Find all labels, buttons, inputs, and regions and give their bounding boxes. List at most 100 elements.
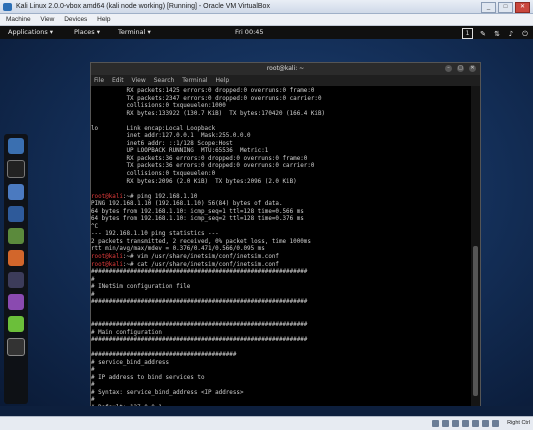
vm-window-titlebar: Kali Linux 2.0.0-vbox amd64 (kali node w…: [0, 0, 533, 14]
terminal-menu-file[interactable]: File: [94, 77, 104, 84]
terminal-line-text: # IP address to bind services to: [91, 374, 205, 381]
scrollbar-thumb[interactable]: [473, 246, 478, 396]
volume-icon[interactable]: ♪: [507, 30, 515, 38]
optical-icon[interactable]: [442, 420, 449, 427]
shell-prompt: root@kali: [91, 193, 123, 200]
usb-icon[interactable]: [452, 420, 459, 427]
shell-prompt: root@kali: [91, 261, 123, 268]
terminal-menu-view[interactable]: View: [132, 77, 146, 84]
terminal-line: #: [91, 397, 471, 405]
terminal-line: RX bytes:2096 (2.0 KiB) TX bytes:2096 (2…: [91, 179, 471, 187]
terminal-line: RX packets:36 errors:0 dropped:0 overrun…: [91, 156, 471, 164]
terminal-app-menu[interactable]: Terminal ▾: [118, 26, 151, 39]
terminal-line: UP LOOPBACK RUNNING MTU:65536 Metric:1: [91, 148, 471, 156]
terminal-line-text: ########################################…: [91, 321, 308, 328]
applications-menu[interactable]: Applications ▾: [8, 26, 53, 39]
terminal-maximize-icon[interactable]: □: [457, 65, 464, 72]
terminal-line-text: RX bytes:2096 (2.0 KiB) TX bytes:2096 (2…: [91, 178, 297, 185]
desktop-bottom-strip: [0, 406, 533, 416]
terminal-line-text: # INetSim configuration file: [91, 284, 191, 291]
terminal-line-text: ########################################…: [91, 337, 308, 344]
terminal-close-icon[interactable]: ✕: [469, 65, 476, 72]
terminal-window[interactable]: root@kali: ~ – □ ✕ File Edit View Search…: [90, 62, 481, 409]
terminal-line-text: RX bytes:133922 (130.7 KiB) TX bytes:170…: [91, 110, 326, 117]
metasploit-app-icon[interactable]: [8, 206, 24, 222]
notes-app-icon[interactable]: [8, 316, 24, 332]
terminal-line-text: ########################################…: [91, 269, 308, 276]
terminal-line-text: UP LOOPBACK RUNNING MTU:65536 Metric:1: [91, 148, 269, 155]
terminal-line-text: # Main configuration: [91, 329, 162, 336]
terminal-line: root@kali:~# vim /usr/share/inetsim/conf…: [91, 254, 471, 262]
pen-icon[interactable]: ✎: [479, 30, 487, 38]
terminal-line: 64 bytes from 192.168.1.10: icmp_seq=2 t…: [91, 216, 471, 224]
terminal-menu-help[interactable]: Help: [216, 77, 230, 84]
beef-app-icon[interactable]: [8, 294, 24, 310]
terminal-line: #: [91, 382, 471, 390]
display-icon[interactable]: [482, 420, 489, 427]
terminal-scrollbar[interactable]: [471, 86, 480, 408]
terminal-line: 2 packets transmitted, 2 received, 0% pa…: [91, 239, 471, 247]
terminal-menu-search[interactable]: Search: [154, 77, 175, 84]
terminal-line: ########################################…: [91, 322, 471, 330]
shared-folder-icon[interactable]: [472, 420, 479, 427]
maximize-button[interactable]: □: [498, 2, 513, 13]
maltego-app-icon[interactable]: [8, 272, 24, 288]
terminal-line: TX packets:36 errors:0 dropped:0 overrun…: [91, 163, 471, 171]
network-adapter-icon[interactable]: [462, 420, 469, 427]
terminal-line: collisions:0 txqueuelen:1000: [91, 103, 471, 111]
gnome-top-bar: Applications ▾ Places ▾ Terminal ▾ Fri 0…: [0, 26, 533, 39]
terminal-minimize-icon[interactable]: –: [445, 65, 452, 72]
terminal-window-controls: – □ ✕: [445, 65, 476, 72]
desktop-background: root@kali: ~ – □ ✕ File Edit View Search…: [0, 39, 533, 409]
hdd-icon[interactable]: [432, 420, 439, 427]
host-key-label: Right Ctrl: [507, 420, 530, 426]
places-menu[interactable]: Places ▾: [74, 26, 100, 39]
terminal-menu-edit[interactable]: Edit: [112, 77, 124, 84]
armitage-app-icon[interactable]: [8, 228, 24, 244]
terminal-line: ^C: [91, 224, 471, 232]
terminal-output[interactable]: RX packets:1425 errors:0 dropped:0 overr…: [91, 86, 471, 408]
menu-help[interactable]: Help: [97, 16, 110, 23]
clock[interactable]: Fri 00:45: [235, 26, 264, 39]
show-apps-icon[interactable]: [7, 338, 25, 356]
terminal-line-text: rtt min/avg/max/mdev = 0.376/0.471/0.566…: [91, 246, 265, 253]
terminal-line: root@kali:~# ping 192.168.1.10: [91, 194, 471, 202]
menu-view[interactable]: View: [40, 16, 54, 23]
terminal-line-text: :~# ping 192.168.1.10: [122, 193, 198, 200]
terminal-titlebar[interactable]: root@kali: ~ – □ ✕: [91, 63, 480, 75]
terminal-line-text: # Syntax: service_bind_address <IP addre…: [91, 389, 244, 396]
terminal-line: # service_bind_address: [91, 360, 471, 368]
menu-machine[interactable]: Machine: [6, 16, 31, 23]
terminal-line: 64 bytes from 192.168.1.10: icmp_seq=1 t…: [91, 209, 471, 217]
terminal-menu-terminal[interactable]: Terminal: [182, 77, 207, 84]
terminal-line-text: #: [91, 397, 95, 404]
terminal-line-text: RX packets:1425 errors:0 dropped:0 overr…: [91, 88, 315, 94]
terminal-line-text: :~# vim /usr/share/inetsim/conf/inetsim.…: [122, 254, 279, 261]
terminal-line: ########################################…: [91, 337, 471, 345]
network-icon[interactable]: ⇅: [493, 30, 501, 38]
capture-icon[interactable]: [492, 420, 499, 427]
files-app-icon[interactable]: [8, 184, 24, 200]
burpsuite-app-icon[interactable]: [8, 250, 24, 266]
terminal-line: TX packets:2347 errors:0 dropped:0 overr…: [91, 96, 471, 104]
workspace-indicator[interactable]: 1: [462, 28, 473, 39]
power-icon[interactable]: ⏻: [521, 30, 529, 38]
shell-prompt: root@kali: [91, 254, 123, 261]
browser-app-icon[interactable]: [8, 138, 24, 154]
terminal-line: RX packets:1425 errors:0 dropped:0 overr…: [91, 88, 471, 96]
terminal-menubar: File Edit View Search Terminal Help: [91, 75, 480, 86]
minimize-button[interactable]: _: [481, 2, 496, 13]
terminal-line: ########################################…: [91, 299, 471, 307]
terminal-line-text: lo Link encap:Local Loopback: [91, 125, 216, 132]
terminal-app-icon[interactable]: [7, 160, 25, 178]
terminal-line-text: #: [91, 367, 95, 374]
terminal-line: inet6 addr: ::1/128 Scope:Host: [91, 141, 471, 149]
vm-status-icons: [432, 420, 499, 427]
terminal-line-text: --- 192.168.1.10 ping statistics ---: [91, 231, 219, 238]
close-button[interactable]: ✕: [515, 2, 530, 13]
menu-devices[interactable]: Devices: [64, 16, 87, 23]
terminal-line: collisions:0 txqueuelen:0: [91, 171, 471, 179]
